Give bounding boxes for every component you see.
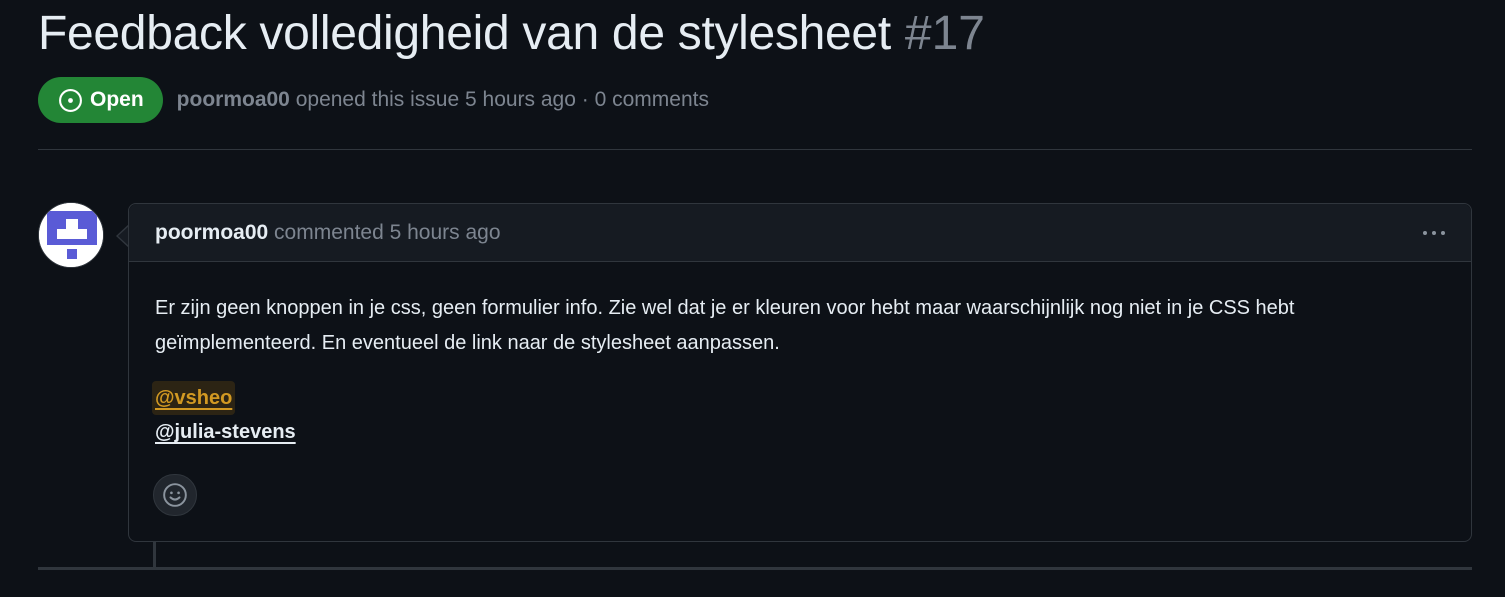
timeline-divider xyxy=(38,567,1472,570)
issue-meta-text: opened this issue 5 hours ago · 0 commen… xyxy=(295,88,709,111)
identicon-avatar xyxy=(39,203,103,267)
add-reaction-button[interactable] xyxy=(153,474,197,516)
avatar[interactable] xyxy=(38,202,104,268)
comment-body: Er zijn geen knoppen in je css, geen for… xyxy=(129,262,1471,449)
issue-page: Feedback volledigheid van de stylesheet … xyxy=(0,0,1505,597)
issue-title-row: Feedback volledigheid van de stylesheet … xyxy=(38,6,985,61)
issue-meta-row: Open poormoa00 opened this issue 5 hours… xyxy=(38,77,709,123)
comment-header: poormoa00 commented 5 hours ago xyxy=(129,204,1471,262)
issue-number: #17 xyxy=(904,7,985,60)
issue-title: Feedback volledigheid van de stylesheet xyxy=(38,7,891,60)
issue-state-badge: Open xyxy=(38,77,163,123)
timeline-connector xyxy=(153,541,156,568)
issue-opened-icon xyxy=(58,88,83,113)
kebab-horizontal-icon[interactable] xyxy=(1423,223,1445,243)
comment-header-text: poormoa00 commented 5 hours ago xyxy=(155,221,501,245)
mention-link[interactable]: @vsheo xyxy=(152,381,236,415)
comment-body-text: Er zijn geen knoppen in je css, geen for… xyxy=(155,297,1295,354)
issue-meta: poormoa00 opened this issue 5 hours ago … xyxy=(177,88,709,112)
header-divider xyxy=(38,149,1472,150)
issue-author-link[interactable]: poormoa00 xyxy=(177,88,290,111)
smiley-icon xyxy=(163,483,187,507)
comment-author-link[interactable]: poormoa00 xyxy=(155,221,268,244)
issue-state-label: Open xyxy=(90,88,144,111)
comment-action-text[interactable]: commented 5 hours ago xyxy=(274,221,500,244)
comment-card: poormoa00 commented 5 hours ago Er zijn … xyxy=(128,203,1472,542)
comment-mentions: @vsheo @julia-stevens xyxy=(152,381,1445,449)
mention-link[interactable]: @julia-stevens xyxy=(155,415,1445,449)
